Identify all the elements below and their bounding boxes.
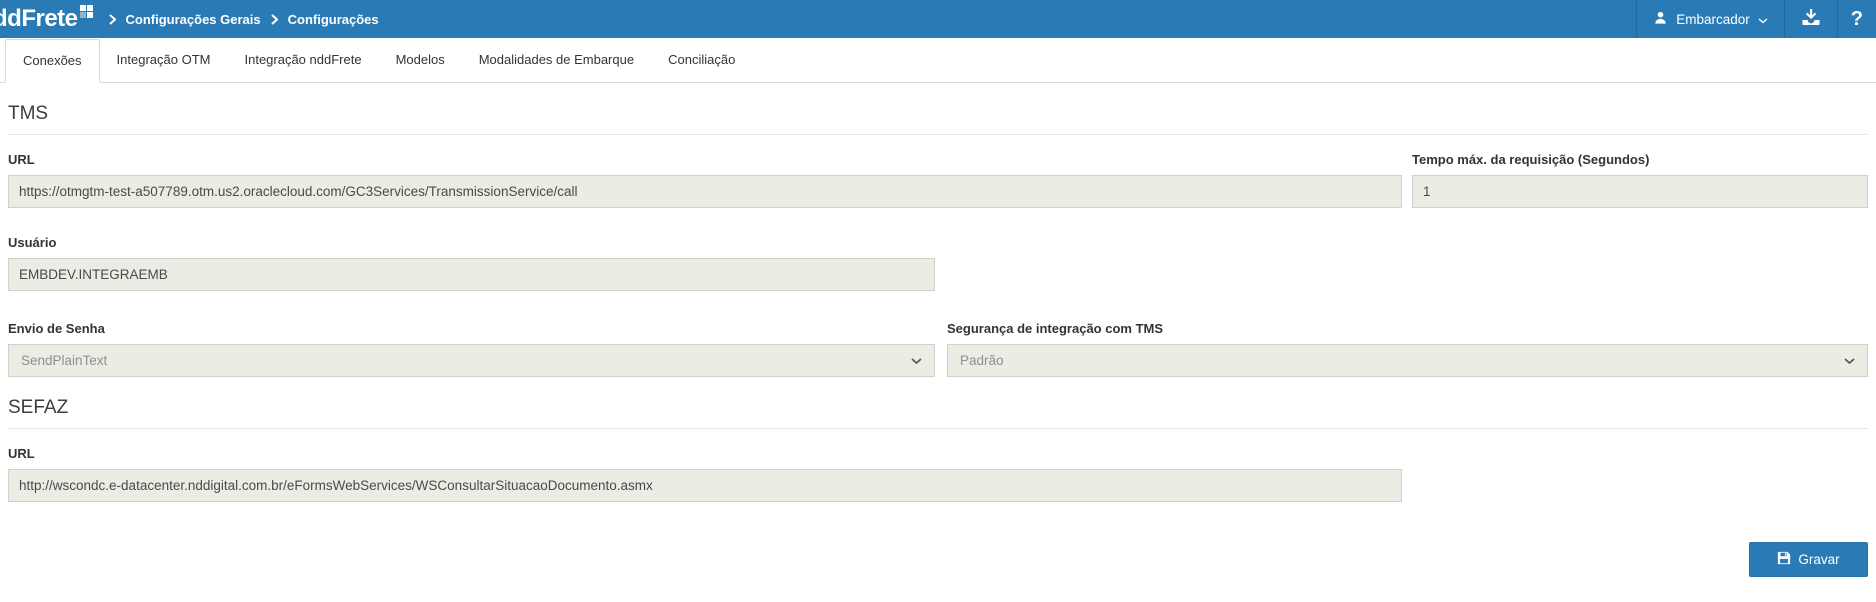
tab-integracao-otm[interactable]: Integração OTM [100, 39, 228, 82]
tab-conciliacao[interactable]: Conciliação [651, 39, 752, 82]
tab-conexoes[interactable]: Conexões [5, 39, 100, 83]
app-logo[interactable]: ddFrete [0, 0, 93, 38]
help-icon: ? [1851, 8, 1863, 31]
header-right-cluster: Embarcador ? [1636, 0, 1876, 38]
password-mode-label: Envio de Senha [8, 321, 935, 336]
section-divider [8, 428, 1868, 429]
tms-user-label: Usuário [8, 235, 935, 250]
breadcrumb-item-configuracoes[interactable]: Configurações [288, 12, 379, 27]
help-button[interactable]: ? [1837, 0, 1876, 38]
save-button[interactable]: Gravar [1749, 542, 1868, 577]
user-role-label: Embarcador [1676, 12, 1750, 27]
tms-security-value: Padrão [960, 353, 1004, 368]
breadcrumb: Configurações Gerais Configurações [109, 0, 379, 38]
download-icon [1801, 8, 1821, 31]
tms-security-select[interactable]: Padrão [947, 344, 1868, 377]
chevron-down-icon [1758, 12, 1768, 27]
connections-panel: TMS URL Tempo máx. da requisição (Segund… [0, 103, 1876, 577]
logo-squares-icon [80, 5, 93, 18]
tab-modelos[interactable]: Modelos [379, 39, 462, 82]
section-divider [8, 134, 1868, 135]
user-icon [1653, 10, 1668, 28]
chevron-down-icon [1844, 352, 1855, 370]
tms-security-label: Segurança de integração com TMS [947, 321, 1868, 336]
breadcrumb-item-configuracoes-gerais[interactable]: Configurações Gerais [126, 12, 261, 27]
user-role-menu[interactable]: Embarcador [1636, 0, 1784, 38]
download-button[interactable] [1784, 0, 1837, 38]
tms-url-label: URL [8, 152, 1402, 167]
tms-user-input[interactable] [8, 258, 935, 291]
app-header: ddFrete Configurações Gerais Configuraçõ… [0, 0, 1876, 38]
tab-integracao-nddfrete[interactable]: Integração nddFrete [227, 39, 378, 82]
chevron-right-icon [109, 14, 116, 25]
sefaz-url-input[interactable] [8, 469, 1402, 502]
save-button-label: Gravar [1798, 552, 1839, 567]
tms-url-input[interactable] [8, 175, 1402, 208]
tms-section-title: TMS [8, 103, 1868, 125]
floppy-disk-icon [1777, 551, 1791, 568]
password-mode-value: SendPlainText [21, 353, 107, 368]
settings-tabbar: Conexões Integração OTM Integração nddFr… [0, 38, 1876, 83]
tms-timeout-input[interactable] [1412, 175, 1868, 208]
chevron-down-icon [911, 352, 922, 370]
sefaz-section-title: SEFAZ [8, 397, 1868, 419]
sefaz-url-label: URL [8, 446, 1402, 461]
chevron-right-icon [271, 14, 278, 25]
tab-modalidades-de-embarque[interactable]: Modalidades de Embarque [462, 39, 651, 82]
password-mode-select[interactable]: SendPlainText [8, 344, 935, 377]
tms-timeout-label: Tempo máx. da requisição (Segundos) [1412, 152, 1868, 167]
logo-text: ddFrete [0, 0, 78, 38]
